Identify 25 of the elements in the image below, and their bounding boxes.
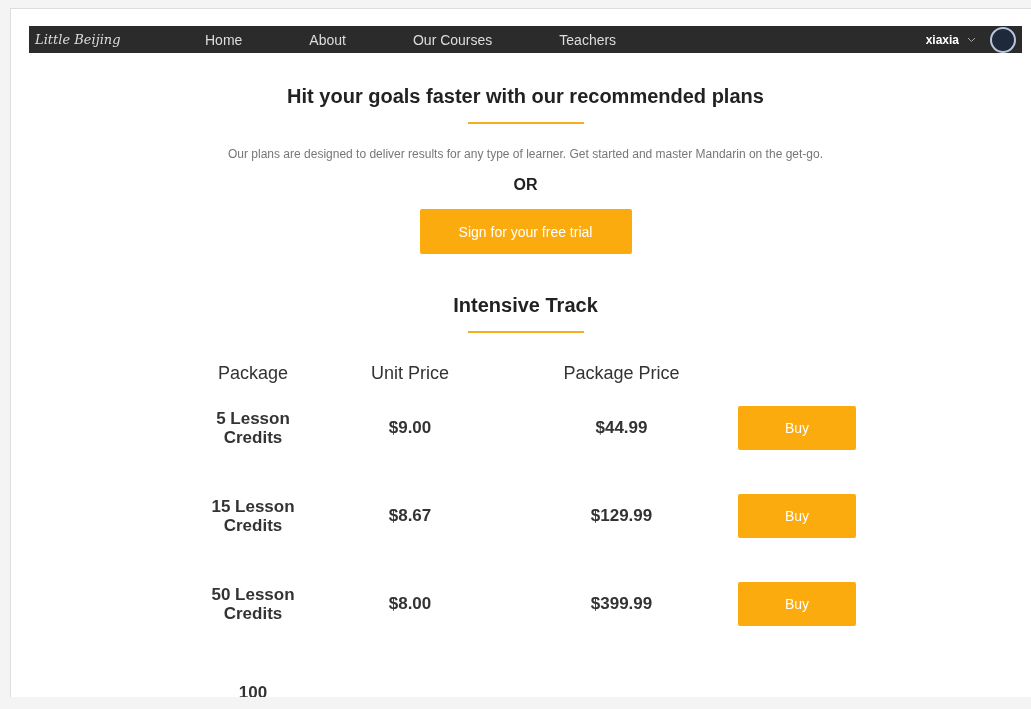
heading: Hit your goals faster with our recommended plans — [287, 85, 764, 108]
unit-price: $9.00 — [387, 418, 433, 438]
nav-link[interactable]: Home — [205, 31, 243, 48]
avatar[interactable] — [990, 26, 1016, 53]
section-heading: Intensive Track — [453, 294, 598, 317]
package-name: 15 Lesson Credits — [210, 497, 296, 535]
logo[interactable]: Little Beijing — [35, 32, 205, 47]
package-price: $129.99 — [589, 506, 654, 526]
column-header: Package — [216, 363, 290, 384]
package-price: $44.99 — [594, 418, 649, 438]
nav-link[interactable]: Our Courses — [412, 31, 493, 48]
nav-link[interactable]: About — [309, 31, 346, 48]
package-name: 50 Lesson Credits — [210, 585, 296, 623]
package-name: 100 — [237, 682, 269, 697]
username[interactable]: xiaxia — [925, 32, 959, 47]
package-price: $399.99 — [589, 594, 654, 614]
column-header: Package Price — [562, 363, 681, 384]
nav-link[interactable]: Teachers — [559, 31, 617, 48]
unit-price: $8.00 — [387, 594, 433, 614]
subtitle: Our plans are designed to deliver results for any type of learner. Get started and master Mandarin on the get-go. — [228, 147, 823, 161]
or-label: OR — [513, 176, 538, 194]
chevron-down-icon[interactable] — [967, 36, 976, 43]
column-header: Unit Price — [370, 363, 450, 384]
unit-price: $8.67 — [387, 506, 433, 526]
package-name: 5 Lesson Credits — [215, 409, 291, 447]
